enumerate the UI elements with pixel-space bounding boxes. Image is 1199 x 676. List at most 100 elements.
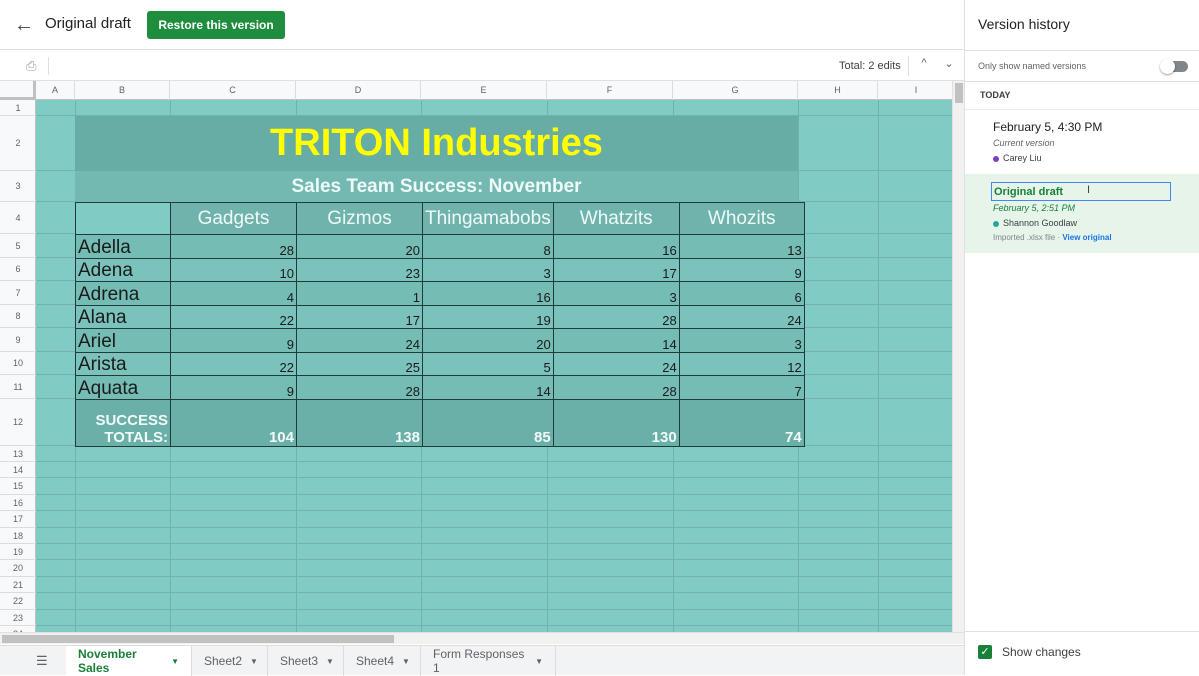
row-header[interactable]: 17	[0, 511, 36, 528]
spreadsheet-grid[interactable]: ABCDEFGHI 1 2 3 4 5 6 7 8 9 10 11 12 13 14 15 16 17 18 19 2…	[0, 81, 952, 632]
row-header[interactable]: 6	[0, 258, 36, 281]
sheet-tab[interactable]: November Sales ▼	[66, 646, 192, 676]
value-cell[interactable]: 16	[422, 281, 554, 306]
column-header[interactable]: G	[673, 81, 798, 100]
version-name-input[interactable]	[991, 182, 1171, 201]
value-cell[interactable]: 28	[296, 375, 423, 400]
header-cell[interactable]: Whatzits	[552, 202, 680, 235]
value-cell[interactable]: 28	[552, 375, 680, 400]
value-cell[interactable]: 19	[422, 305, 554, 329]
subtitle-cell[interactable]: Sales Team Success: November	[75, 171, 798, 202]
caret-down-icon[interactable]: ▼	[402, 657, 410, 666]
value-cell[interactable]: 28	[170, 234, 297, 259]
total-cell[interactable]: 104	[170, 399, 297, 447]
vertical-scrollbar[interactable]	[952, 81, 964, 632]
column-header[interactable]: A	[36, 81, 75, 100]
row-header[interactable]: 5	[0, 234, 36, 258]
value-cell[interactable]: 20	[296, 234, 423, 259]
value-cell[interactable]: 25	[296, 352, 423, 376]
header-cell[interactable]: Gizmos	[296, 202, 423, 235]
value-cell[interactable]: 22	[170, 305, 297, 329]
column-header[interactable]: F	[547, 81, 673, 100]
row-header[interactable]: 19	[0, 544, 36, 560]
chevron-down-icon[interactable]: ⌄	[941, 57, 957, 73]
row-header[interactable]: 4	[0, 202, 36, 234]
restore-version-button[interactable]: Restore this version	[147, 11, 285, 39]
value-cell[interactable]: 7	[678, 375, 805, 400]
row-header[interactable]: 3	[0, 171, 36, 202]
row-header[interactable]: 22	[0, 593, 36, 610]
value-cell[interactable]: 1	[296, 281, 423, 306]
row-header[interactable]: 9	[0, 328, 36, 352]
chevron-up-icon[interactable]: ^	[916, 57, 932, 73]
value-cell[interactable]: 9	[678, 258, 805, 282]
row-header[interactable]: 15	[0, 478, 36, 495]
title-cell[interactable]: TRITON Industries	[75, 116, 798, 171]
horizontal-scrollbar[interactable]	[0, 632, 964, 644]
view-original-link[interactable]: View original	[1062, 233, 1111, 242]
value-cell[interactable]: 4	[170, 281, 297, 306]
salesperson-cell[interactable]: Adella	[75, 234, 171, 259]
vertical-scroll-thumb[interactable]	[955, 83, 963, 103]
header-cell[interactable]: Thingamabobs	[422, 202, 554, 235]
totals-label-cell[interactable]: SUCCESS TOTALS:	[75, 399, 171, 447]
row-header[interactable]: 18	[0, 528, 36, 544]
value-cell[interactable]: 3	[552, 281, 680, 306]
all-sheets-menu-icon[interactable]: ☰	[36, 654, 50, 668]
caret-down-icon[interactable]: ▼	[326, 657, 334, 666]
column-header[interactable]: E	[421, 81, 547, 100]
row-header[interactable]: 2	[0, 116, 36, 171]
row-header[interactable]: 21	[0, 577, 36, 593]
row-header[interactable]: 11	[0, 375, 36, 399]
value-cell[interactable]: 22	[170, 352, 297, 376]
show-changes-checkbox[interactable]: ✓ Show changes	[978, 645, 1081, 659]
salesperson-cell[interactable]: Alana	[75, 305, 171, 329]
print-icon[interactable]: ⎙	[26, 58, 42, 73]
value-cell[interactable]: 9	[170, 328, 297, 353]
value-cell[interactable]: 28	[552, 305, 680, 329]
select-all-corner[interactable]	[0, 81, 36, 100]
horizontal-scroll-thumb[interactable]	[2, 635, 394, 643]
value-cell[interactable]: 20	[422, 328, 554, 353]
salesperson-cell[interactable]: Adena	[75, 258, 171, 282]
value-cell[interactable]: 24	[296, 328, 423, 353]
column-header[interactable]: H	[798, 81, 878, 100]
value-cell[interactable]: 10	[170, 258, 297, 282]
value-cell[interactable]: 24	[552, 352, 680, 376]
header-cell[interactable]	[75, 202, 171, 235]
value-cell[interactable]: 3	[422, 258, 554, 282]
column-header[interactable]: C	[170, 81, 296, 100]
value-cell[interactable]: 6	[678, 281, 805, 306]
sheet-tab[interactable]: Sheet2 ▼	[192, 646, 268, 676]
sheet-tab[interactable]: Form Responses 1 ▼	[421, 646, 556, 676]
caret-down-icon[interactable]: ▼	[171, 657, 179, 666]
row-header[interactable]: 10	[0, 352, 36, 375]
column-header[interactable]: I	[878, 81, 952, 100]
back-arrow-icon[interactable]: ←	[14, 14, 34, 36]
column-header[interactable]: B	[75, 81, 170, 100]
named-versions-toggle[interactable]	[1160, 59, 1188, 74]
version-item-current[interactable]: February 5, 4:30 PM Current version Care…	[965, 110, 1199, 174]
row-header[interactable]: 14	[0, 462, 36, 478]
row-header[interactable]: 13	[0, 446, 36, 462]
caret-down-icon[interactable]: ▼	[250, 657, 258, 666]
header-cell[interactable]: Gadgets	[170, 202, 297, 235]
value-cell[interactable]: 23	[296, 258, 423, 282]
caret-down-icon[interactable]: ▼	[535, 657, 543, 666]
cell-area[interactable]: TRITON Industries Sales Team Success: No…	[36, 100, 952, 632]
value-cell[interactable]: 24	[678, 305, 805, 329]
value-cell[interactable]: 8	[422, 234, 554, 259]
value-cell[interactable]: 12	[678, 352, 805, 376]
sheet-tab[interactable]: Sheet4 ▼	[344, 646, 421, 676]
value-cell[interactable]: 13	[678, 234, 805, 259]
row-header[interactable]: 16	[0, 495, 36, 511]
salesperson-cell[interactable]: Adrena	[75, 281, 171, 306]
total-cell[interactable]: 74	[678, 399, 805, 447]
column-header[interactable]: D	[296, 81, 421, 100]
version-item-original-draft[interactable]: I February 5, 2:51 PM Shannon Goodlaw Im…	[965, 174, 1199, 253]
value-cell[interactable]: 17	[552, 258, 680, 282]
total-cell[interactable]: 85	[422, 399, 554, 447]
salesperson-cell[interactable]: Arista	[75, 352, 171, 376]
row-header[interactable]: 12	[0, 399, 36, 446]
header-cell[interactable]: Whozits	[678, 202, 805, 235]
